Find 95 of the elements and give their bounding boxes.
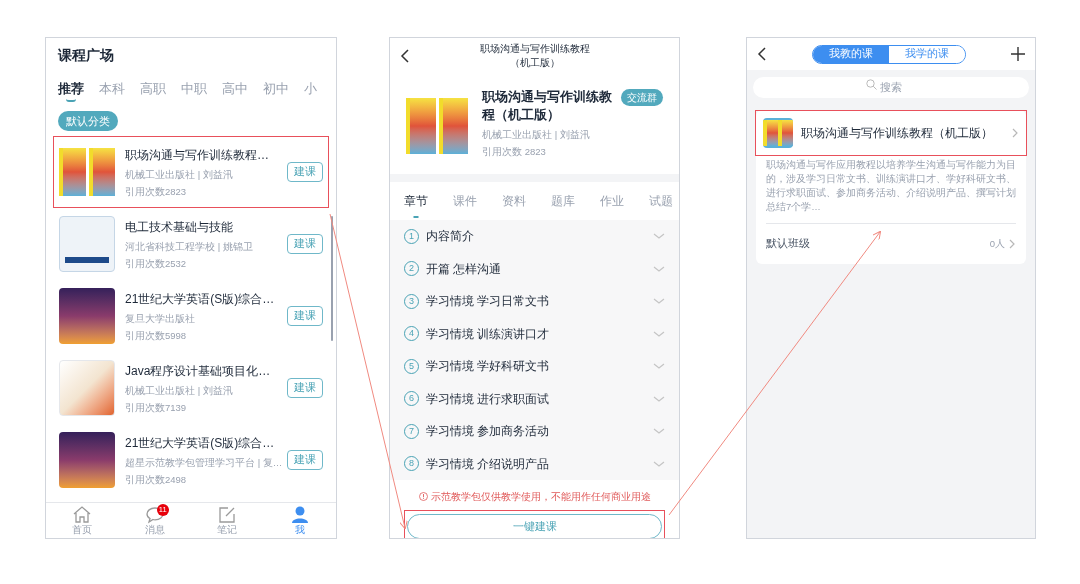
course-title: 职场沟通与写作训练教程（机工版） [482,88,613,124]
citation-count: 引用次数2823 [125,184,188,199]
course-title: Java程序设计基础项目化… [125,363,272,381]
citation-count: 引用次数2532 [125,256,188,271]
course-publisher: 机械工业出版社 | 刘益汛 [482,128,591,142]
course-publisher: 超星示范教学包管理学习平台 | 复… [125,456,283,471]
citation-count: 引用次数5998 [125,328,188,343]
chevron-down-icon [653,298,665,305]
book-cover-image [59,360,115,416]
category-tab[interactable]: 中职 [181,79,207,99]
chapter-title: 内容简介 [426,228,475,246]
chevron-down-icon [653,233,665,240]
search-field[interactable]: 搜索 [753,76,1029,98]
create-course-button[interactable]: 建课 [287,306,323,326]
highlighted-course-row[interactable]: 职场沟通与写作训练教程… 机械工业出版社 | 刘益汛 引用次数2823 建课 [53,136,329,208]
segment-tab[interactable]: 我教的课 [813,45,889,63]
course-row[interactable]: 21世纪大学英语(S版)综合… 超星示范教学包管理学习平台 | 复… 引用次数2498 建课 [53,424,329,496]
course-title: 21世纪大学英语(S版)综合… [125,291,276,309]
chevron-down-icon [653,460,665,467]
book-cover-image [59,288,115,344]
chevron-down-icon [653,265,665,272]
chevron-down-icon [653,428,665,435]
chevron-down-icon [653,395,665,402]
chevron-right-icon [1008,238,1016,250]
course-title: 职场沟通与写作训练教程（机工版） [801,125,994,142]
warning-icon [418,492,428,501]
usage-notice: 示范教学包仅供教学使用，不能用作任何商业用途 [430,490,651,504]
course-description: 职场沟通与写作应用教程以培养学生沟通与写作能力为目的，涉及学习日常文书、训练演讲口才、学好科研文书、进行求职面试、参加商务活动、介绍说明产品、撰写计划总结7个学… [765,158,1017,214]
content-tab[interactable]: 章节 [404,184,428,218]
course-title: 职场沟通与写作训练教程… [125,147,270,165]
course-row[interactable]: 职场沟通与写作训练教程（机工版） [755,110,1027,156]
chapter-title: 学习情境 学好科研文书 [426,358,551,376]
category-tab[interactable]: 高中 [222,79,248,99]
course-publisher: 机械工业出版社 | 刘益汛 [125,384,234,399]
chapter-row[interactable]: 5 学习情境 学好科研文书 [390,350,679,383]
chapter-row[interactable]: 6 学习情境 进行求职面试 [390,382,679,415]
course-title: 21世纪大学英语(S版)综合… [125,435,276,453]
screen-title: 职场沟通与写作训练教程（机工版） [478,42,591,70]
category-tab[interactable]: 小 [304,79,317,99]
chapter-row[interactable]: 2 开篇 怎样沟通 [390,252,679,285]
content-tab[interactable]: 课件 [453,184,477,218]
category-tab[interactable]: 高职 [140,79,166,99]
content-tab[interactable]: 题库 [551,184,575,218]
chapter-title: 学习情境 训练演讲口才 [426,325,551,343]
tab-bar-item[interactable]: 笔记 [191,503,264,538]
tab-bar-item[interactable]: 我 [263,503,336,538]
chapter-title: 学习情境 学习日常文书 [426,293,551,311]
search-icon [866,79,877,90]
class-name: 默认班级 [766,236,811,252]
course-row[interactable]: 21世纪大学英语(S版)综合… 复旦大学出版社 引用次数5998 建课 [53,280,329,352]
content-tab[interactable]: 试题 [649,184,673,218]
category-tab[interactable]: 初中 [263,79,289,99]
chapter-row[interactable]: 4 学习情境 训练演讲口才 [390,317,679,350]
chevron-down-icon [653,330,665,337]
create-course-button[interactable]: 建课 [287,378,323,398]
page-title: 课程广场 [56,46,115,65]
course-row[interactable]: 电工技术基础与技能 河北省科技工程学校 | 姚锦卫 引用次数2532 建课 [53,208,329,280]
chapter-row[interactable]: 1 内容简介 [390,220,679,253]
back-button[interactable] [400,49,410,63]
citation-count: 引用次数7139 [125,400,188,415]
chevron-down-icon [653,363,665,370]
home-icon [72,505,93,524]
book-cover-image [59,216,115,272]
chapter-row[interactable]: 3 学习情境 学习日常文书 [390,285,679,318]
chevron-right-icon [1011,127,1019,139]
edit-note-icon [217,505,238,524]
chapter-title: 学习情境 介绍说明产品 [426,455,551,473]
course-publisher: 复旦大学出版社 [125,312,196,327]
chapter-title: 学习情境 参加商务活动 [426,423,551,441]
course-publisher: 河北省科技工程学校 | 姚锦卫 [125,240,254,255]
person-icon [289,505,310,524]
group-chat-button[interactable]: 交流群 [621,89,663,106]
course-title: 电工技术基础与技能 [125,219,234,237]
course-row[interactable]: Java程序设计基础项目化… 机械工业出版社 | 刘益汛 引用次数7139 建课 [53,352,329,424]
citation-count: 引用次数 2823 [482,145,547,160]
book-cover-image [59,432,115,488]
category-chip[interactable]: 默认分类 [58,111,118,131]
content-tab[interactable]: 资料 [502,184,526,218]
create-course-button[interactable]: 建课 [287,450,323,470]
book-cover-image [763,118,793,148]
chapter-row[interactable]: 7 学习情境 参加商务活动 [390,415,679,448]
chapter-title: 学习情境 进行求职面试 [426,390,551,408]
course-publisher: 机械工业出版社 | 刘益汛 [125,168,234,183]
create-course-button[interactable]: 建课 [287,234,323,254]
citation-count: 引用次数2498 [125,472,188,487]
add-button[interactable] [1011,47,1025,61]
content-tab[interactable]: 作业 [600,184,624,218]
member-count: 0人 [989,236,1005,251]
category-tab[interactable]: 推荐 [58,79,84,99]
create-course-button[interactable]: 建课 [287,162,323,182]
chapter-row[interactable]: 8 学习情境 介绍说明产品 [390,447,679,480]
back-button[interactable] [757,47,767,61]
tab-bar-item[interactable]: 首页 [46,503,119,538]
chapter-title: 开篇 怎样沟通 [426,260,503,278]
category-tab[interactable]: 本科 [99,79,125,99]
